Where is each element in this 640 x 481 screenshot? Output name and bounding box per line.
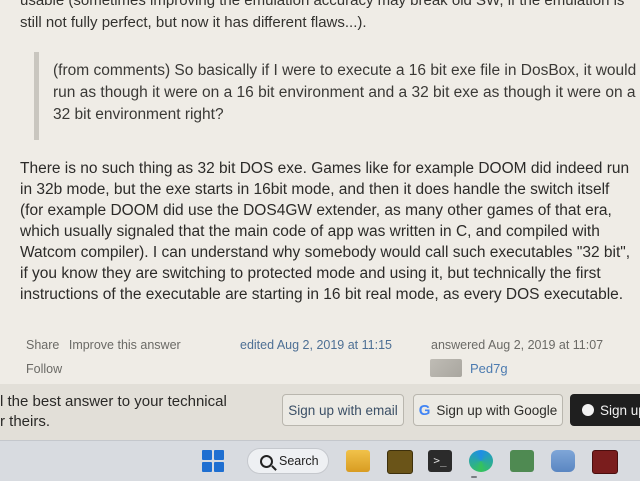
share-link[interactable]: Share — [26, 338, 59, 352]
answer-body: There is no such thing as 32 bit DOS exe… — [20, 158, 632, 305]
signup-email-button[interactable]: Sign up with email — [282, 394, 404, 426]
previous-paragraph: usable (sometimes improving the emulatio… — [20, 0, 640, 34]
google-icon: G — [418, 401, 431, 419]
windows-start-icon[interactable] — [202, 450, 224, 472]
file-explorer-icon[interactable] — [346, 450, 370, 472]
previous-paragraph-line-2: still not fully perfect, but now it has … — [20, 14, 367, 31]
blockquote: (from comments) So basically if I were t… — [34, 52, 638, 140]
taskbar-search-label: Search — [279, 454, 319, 468]
user-card: Ped7g — [430, 359, 508, 377]
app-icon[interactable] — [592, 450, 618, 474]
app-icon[interactable] — [510, 450, 534, 472]
terminal-icon[interactable]: >_ — [428, 450, 452, 472]
signup-github-button[interactable]: Sign up — [570, 394, 640, 426]
user-name-link[interactable]: Ped7g — [470, 361, 508, 376]
active-indicator — [471, 476, 477, 478]
page-content: usable (sometimes improving the emulatio… — [0, 0, 640, 440]
improve-answer-link[interactable]: Improve this answer — [69, 338, 181, 352]
app-icon[interactable] — [387, 450, 413, 474]
previous-paragraph-line-1: usable (sometimes improving the emulatio… — [20, 0, 625, 9]
banner-line-1: l the best answer to your technical — [0, 393, 227, 410]
banner-line-2: r theirs. — [0, 413, 51, 430]
edited-timestamp[interactable]: edited Aug 2, 2019 at 11:15 — [240, 338, 392, 352]
avatar[interactable] — [430, 359, 462, 377]
follow-link[interactable]: Follow — [26, 362, 62, 376]
quote-text: (from comments) So basically if I were t… — [53, 62, 637, 123]
signup-email-label: Sign up with email — [288, 402, 398, 418]
banner-text: l the best answer to your technical r th… — [0, 392, 230, 432]
signup-banner: l the best answer to your technical r th… — [0, 384, 640, 440]
signup-github-label: Sign up — [600, 402, 640, 418]
taskbar-search[interactable]: Search — [247, 448, 329, 474]
github-icon — [582, 404, 594, 416]
answered-timestamp: answered Aug 2, 2019 at 11:07 — [431, 338, 604, 352]
search-icon — [260, 454, 273, 468]
app-icon[interactable] — [551, 450, 575, 472]
signup-google-button[interactable]: G Sign up with Google — [413, 394, 563, 426]
taskbar: Search >_ — [0, 440, 640, 481]
post-menu: Share Improve this answer — [26, 338, 181, 352]
answer-text: There is no such thing as 32 bit DOS exe… — [20, 160, 631, 303]
edge-icon[interactable] — [469, 450, 493, 472]
signup-google-label: Sign up with Google — [436, 402, 558, 418]
